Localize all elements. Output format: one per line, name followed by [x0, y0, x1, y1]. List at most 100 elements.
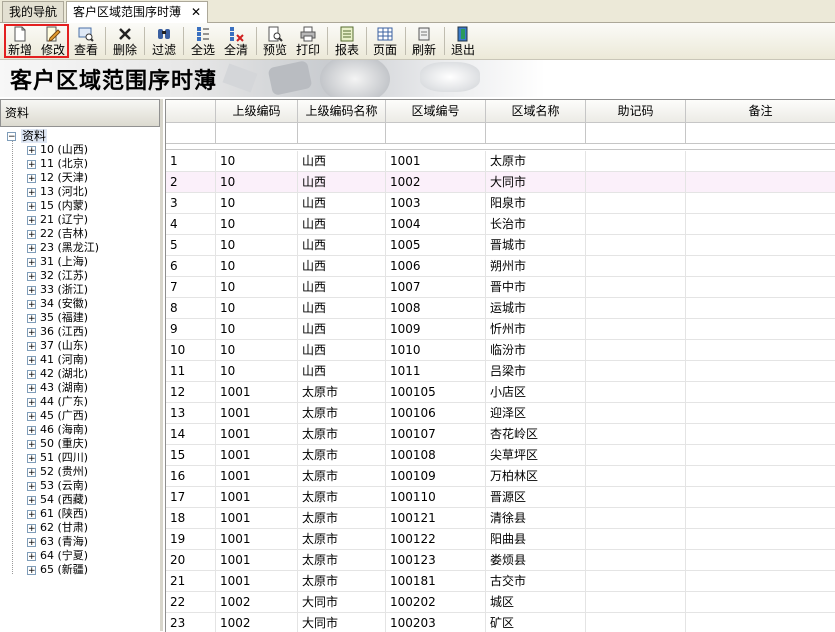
tree-node[interactable]: +43 (湖南): [27, 381, 88, 395]
delete-button[interactable]: 删除: [111, 23, 139, 59]
column-header[interactable]: 备注: [686, 100, 835, 122]
expand-icon[interactable]: +: [27, 243, 36, 253]
filter-cell[interactable]: [216, 123, 298, 143]
expand-icon[interactable]: +: [27, 439, 36, 449]
expand-icon[interactable]: +: [27, 509, 36, 519]
table-row[interactable]: 12 1001 太原市 100105 小店区: [166, 382, 835, 403]
table-row[interactable]: 11 10 山西 1011 吕梁市: [166, 361, 835, 382]
table-row[interactable]: 6 10 山西 1006 朔州市: [166, 256, 835, 277]
tree-node[interactable]: +42 (湖北): [27, 367, 88, 381]
filter-cell[interactable]: [166, 123, 216, 143]
tree-node[interactable]: +62 (甘肃): [27, 521, 88, 535]
expand-icon[interactable]: +: [27, 299, 36, 309]
tree-node[interactable]: +63 (青海): [27, 535, 88, 549]
tree-node[interactable]: +33 (浙江): [27, 283, 88, 297]
table-row[interactable]: 8 10 山西 1008 运城市: [166, 298, 835, 319]
table-row[interactable]: 16 1001 太原市 100109 万柏林区: [166, 466, 835, 487]
preview-button[interactable]: 预览: [261, 23, 289, 59]
column-header[interactable]: 区域编号: [386, 100, 486, 122]
refresh-button[interactable]: 刷新: [410, 23, 438, 59]
expand-icon[interactable]: +: [27, 495, 36, 505]
expand-icon[interactable]: +: [27, 565, 36, 575]
expand-icon[interactable]: +: [27, 257, 36, 267]
tree-node[interactable]: +51 (四川): [27, 451, 88, 465]
column-header[interactable]: 区域名称: [486, 100, 586, 122]
collapse-icon[interactable]: −: [7, 132, 16, 142]
tree-node[interactable]: +53 (云南): [27, 479, 88, 493]
tree-node[interactable]: +46 (海南): [27, 423, 88, 437]
table-row[interactable]: 18 1001 太原市 100121 清徐县: [166, 508, 835, 529]
table-row[interactable]: 15 1001 太原市 100108 尖草坪区: [166, 445, 835, 466]
filter-cell[interactable]: [686, 123, 835, 143]
expand-icon[interactable]: +: [27, 523, 36, 533]
expand-icon[interactable]: +: [27, 383, 36, 393]
close-icon[interactable]: ✕: [191, 5, 201, 19]
expand-icon[interactable]: +: [27, 173, 36, 183]
table-row[interactable]: 1 10 山西 1001 太原市: [166, 151, 835, 172]
column-header[interactable]: [166, 100, 216, 122]
expand-icon[interactable]: +: [27, 313, 36, 323]
filter-cell[interactable]: [298, 123, 386, 143]
filter-row[interactable]: [166, 123, 835, 144]
expand-icon[interactable]: +: [27, 551, 36, 561]
column-header[interactable]: 助记码: [586, 100, 686, 122]
tab-my-navigation[interactable]: 我的导航: [2, 1, 65, 22]
tree-node[interactable]: +11 (北京): [27, 157, 88, 171]
tree-node[interactable]: +35 (福建): [27, 311, 88, 325]
expand-icon[interactable]: +: [27, 411, 36, 421]
table-row[interactable]: 19 1001 太原市 100122 阳曲县: [166, 529, 835, 550]
expand-icon[interactable]: +: [27, 425, 36, 435]
table-row[interactable]: 17 1001 太原市 100110 晋源区: [166, 487, 835, 508]
table-row[interactable]: 7 10 山西 1007 晋中市: [166, 277, 835, 298]
exit-button[interactable]: 退出: [449, 23, 477, 59]
table-row[interactable]: 4 10 山西 1004 长治市: [166, 214, 835, 235]
expand-icon[interactable]: +: [27, 229, 36, 239]
table-row[interactable]: 22 1002 大同市 100202 城区: [166, 592, 835, 613]
tree-node[interactable]: +50 (重庆): [27, 437, 88, 451]
expand-icon[interactable]: +: [27, 201, 36, 211]
expand-icon[interactable]: +: [27, 145, 36, 155]
table-row[interactable]: 5 10 山西 1005 晋城市: [166, 235, 835, 256]
table-row[interactable]: 14 1001 太原市 100107 杏花岭区: [166, 424, 835, 445]
tree-node[interactable]: +23 (黑龙江): [27, 241, 99, 255]
expand-icon[interactable]: +: [27, 467, 36, 477]
expand-icon[interactable]: +: [27, 397, 36, 407]
filter-button[interactable]: 过滤: [150, 23, 178, 59]
expand-icon[interactable]: +: [27, 271, 36, 281]
tree-node[interactable]: +44 (广东): [27, 395, 88, 409]
tab-customer-region[interactable]: 客户区域范围序时薄 ✕: [66, 1, 209, 23]
tree-node[interactable]: +22 (吉林): [27, 227, 88, 241]
tree-node[interactable]: +10 (山西): [27, 143, 88, 157]
tree-node[interactable]: +12 (天津): [27, 171, 88, 185]
tree-node[interactable]: +52 (贵州): [27, 465, 88, 479]
table-row[interactable]: 20 1001 太原市 100123 娄烦县: [166, 550, 835, 571]
expand-icon[interactable]: +: [27, 159, 36, 169]
report-button[interactable]: 报表: [333, 23, 361, 59]
filter-cell[interactable]: [486, 123, 586, 143]
tree-node[interactable]: +54 (西藏): [27, 493, 88, 507]
tree-node[interactable]: +64 (宁夏): [27, 549, 88, 563]
tree-node[interactable]: +61 (陕西): [27, 507, 88, 521]
expand-icon[interactable]: +: [27, 285, 36, 295]
expand-icon[interactable]: +: [27, 453, 36, 463]
column-header[interactable]: 上级编码名称: [298, 100, 386, 122]
column-header[interactable]: 上级编码: [216, 100, 298, 122]
view-button[interactable]: 查看: [72, 23, 100, 59]
table-row[interactable]: 13 1001 太原市 100106 迎泽区: [166, 403, 835, 424]
clear-all-button[interactable]: 全清: [222, 23, 250, 59]
tree-node[interactable]: +13 (河北): [27, 185, 88, 199]
table-row[interactable]: 10 10 山西 1010 临汾市: [166, 340, 835, 361]
expand-icon[interactable]: +: [27, 187, 36, 197]
expand-icon[interactable]: +: [27, 215, 36, 225]
tree-node[interactable]: +65 (新疆): [27, 563, 88, 577]
tree-node[interactable]: +15 (内蒙): [27, 199, 88, 213]
expand-icon[interactable]: +: [27, 481, 36, 491]
table-row[interactable]: 2 10 山西 1002 大同市: [166, 172, 835, 193]
tree-node[interactable]: +37 (山东): [27, 339, 88, 353]
print-button[interactable]: 打印: [294, 23, 322, 59]
tree-node[interactable]: +36 (江西): [27, 325, 88, 339]
tree-root[interactable]: − 资料: [7, 129, 48, 143]
table-row[interactable]: 3 10 山西 1003 阳泉市: [166, 193, 835, 214]
tree-node[interactable]: +45 (广西): [27, 409, 88, 423]
expand-icon[interactable]: +: [27, 341, 36, 351]
